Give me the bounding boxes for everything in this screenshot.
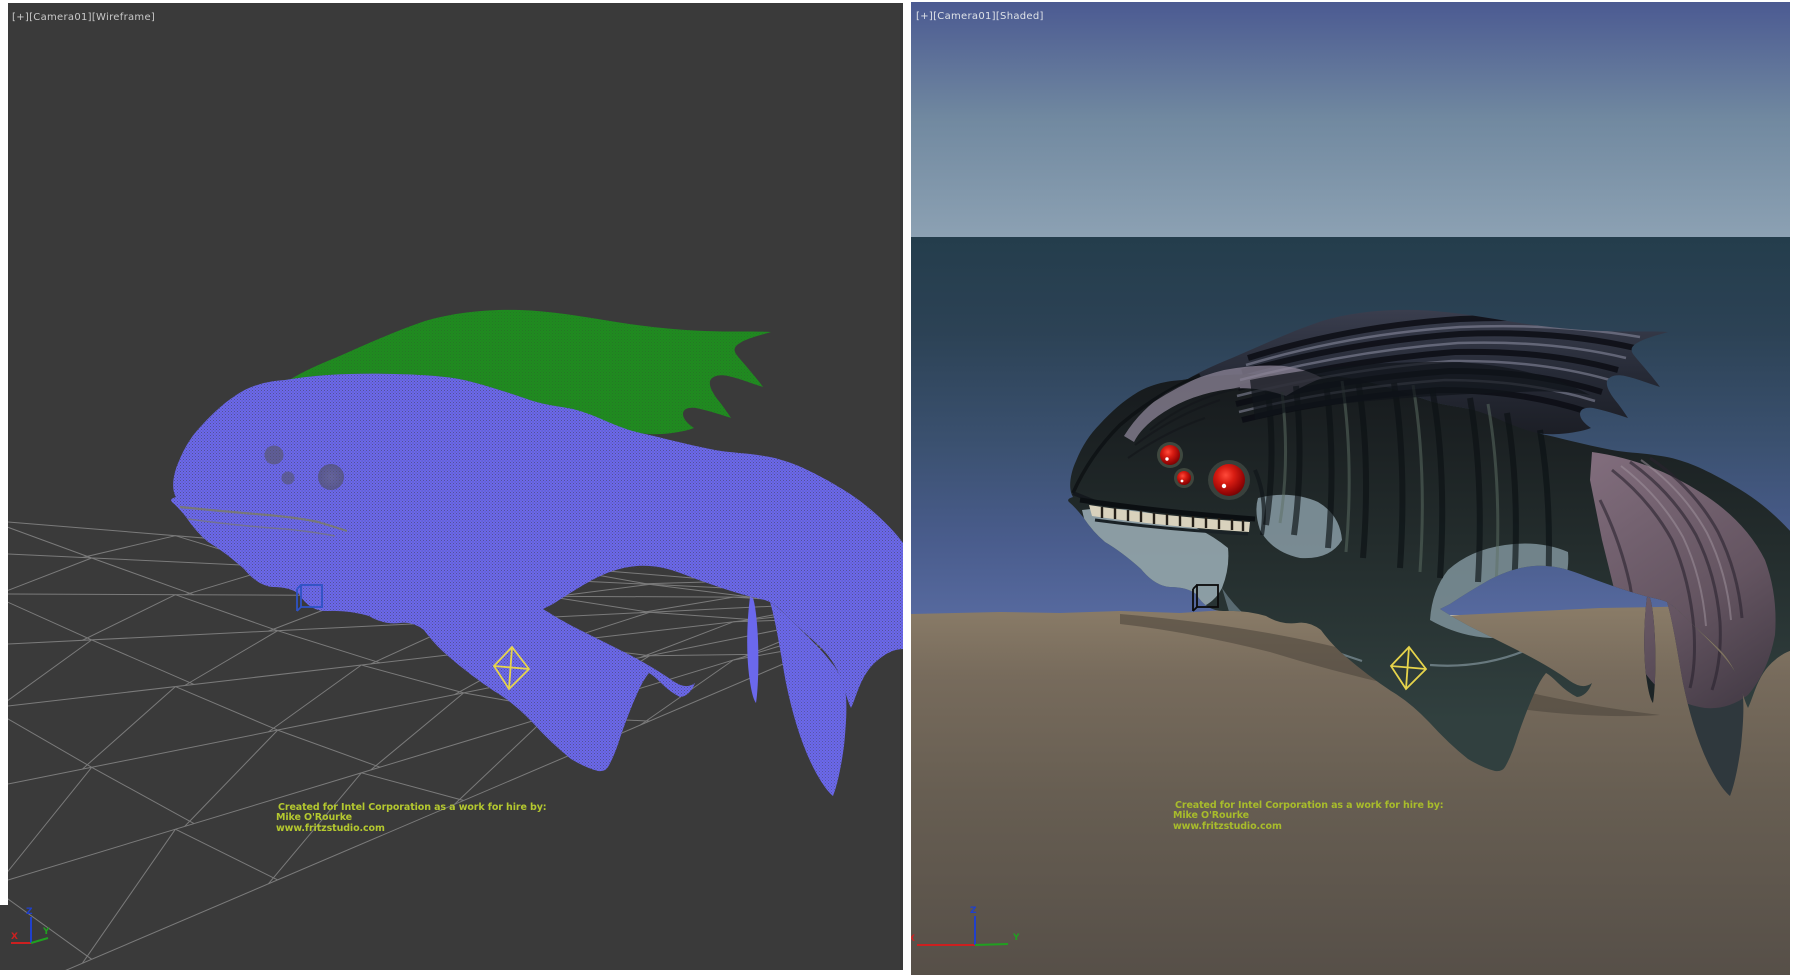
svg-text:Mike O'Rourke: Mike O'Rourke	[276, 812, 352, 823]
fish-eye-spot-2	[282, 472, 295, 485]
eye-large	[1213, 464, 1245, 496]
svg-text:Mike O'Rourke: Mike O'Rourke	[1173, 810, 1249, 821]
viewport-shaded: X Z Y [+][Camera01][Shaded] Created for …	[908, 2, 1800, 975]
viewport-label-wireframe[interactable]: [+][Camera01][Wireframe]	[12, 12, 155, 23]
dual-viewport-canvas: X Z Y [+][Camera01][Wireframe] Created f…	[0, 0, 1800, 978]
sky[interactable]	[911, 2, 1790, 238]
eye-upper	[1160, 445, 1180, 465]
axis-y-label-shaded: Y	[1012, 933, 1020, 943]
axis-x-label-shaded: X	[908, 934, 915, 944]
svg-text:www.fritzstudio.com: www.fritzstudio.com	[1173, 821, 1282, 832]
fish-eye-spot-3	[318, 464, 344, 490]
axis-z-label-shaded: Z	[970, 906, 977, 916]
wireframe-viewport-edge-fill	[0, 905, 8, 970]
eye-small	[1177, 471, 1191, 485]
svg-text:www.fritzstudio.com: www.fritzstudio.com	[276, 823, 385, 834]
axis-y-label-wire: Y	[42, 927, 50, 937]
axis-x-label-wire: X	[11, 932, 18, 942]
axis-z-label-wire: Z	[26, 907, 33, 917]
fish-eye-spot-1	[265, 446, 284, 465]
viewport-label-shaded[interactable]: [+][Camera01][Shaded]	[916, 11, 1044, 22]
